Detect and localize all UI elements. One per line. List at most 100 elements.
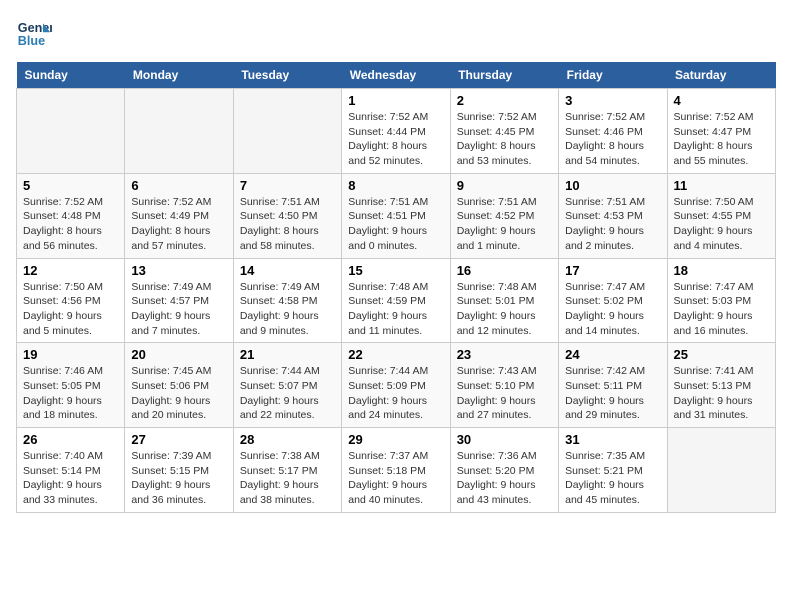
day-info: Sunrise: 7:38 AM Sunset: 5:17 PM Dayligh… <box>240 449 335 508</box>
header-wednesday: Wednesday <box>342 62 450 89</box>
header-saturday: Saturday <box>667 62 775 89</box>
header-friday: Friday <box>559 62 667 89</box>
day-number: 2 <box>457 93 552 108</box>
day-number: 4 <box>674 93 769 108</box>
day-number: 20 <box>131 347 226 362</box>
calendar-cell: 22 Sunrise: 7:44 AM Sunset: 5:09 PM Dayli… <box>342 343 450 428</box>
header-sunday: Sunday <box>17 62 125 89</box>
day-info: Sunrise: 7:49 AM Sunset: 4:57 PM Dayligh… <box>131 280 226 339</box>
header-tuesday: Tuesday <box>233 62 341 89</box>
day-number: 17 <box>565 263 660 278</box>
day-number: 21 <box>240 347 335 362</box>
day-info: Sunrise: 7:51 AM Sunset: 4:51 PM Dayligh… <box>348 195 443 254</box>
calendar-cell: 31 Sunrise: 7:35 AM Sunset: 5:21 PM Dayli… <box>559 428 667 513</box>
calendar-cell: 12 Sunrise: 7:50 AM Sunset: 4:56 PM Dayli… <box>17 258 125 343</box>
calendar-cell <box>667 428 775 513</box>
day-number: 28 <box>240 432 335 447</box>
day-number: 8 <box>348 178 443 193</box>
calendar-cell <box>233 89 341 174</box>
day-info: Sunrise: 7:44 AM Sunset: 5:07 PM Dayligh… <box>240 364 335 423</box>
day-info: Sunrise: 7:51 AM Sunset: 4:52 PM Dayligh… <box>457 195 552 254</box>
calendar-cell: 23 Sunrise: 7:43 AM Sunset: 5:10 PM Dayli… <box>450 343 558 428</box>
calendar-cell: 2 Sunrise: 7:52 AM Sunset: 4:45 PM Daylig… <box>450 89 558 174</box>
calendar-cell: 27Sunrise: 7:39 AM Sunset: 5:15 PM Dayli… <box>125 428 233 513</box>
day-number: 6 <box>131 178 226 193</box>
calendar-cell: 25Sunrise: 7:41 AM Sunset: 5:13 PM Dayli… <box>667 343 775 428</box>
header-monday: Monday <box>125 62 233 89</box>
logo: General Blue <box>16 16 56 52</box>
day-info: Sunrise: 7:48 AM Sunset: 5:01 PM Dayligh… <box>457 280 552 339</box>
calendar-cell: 6 Sunrise: 7:52 AM Sunset: 4:49 PM Daylig… <box>125 173 233 258</box>
calendar-cell: 1 Sunrise: 7:52 AM Sunset: 4:44 PM Daylig… <box>342 89 450 174</box>
day-info: Sunrise: 7:46 AM Sunset: 5:05 PM Dayligh… <box>23 364 118 423</box>
day-number: 14 <box>240 263 335 278</box>
calendar-cell: 4Sunrise: 7:52 AM Sunset: 4:47 PM Daylig… <box>667 89 775 174</box>
day-number: 26 <box>23 432 118 447</box>
day-number: 30 <box>457 432 552 447</box>
calendar-cell <box>125 89 233 174</box>
day-number: 12 <box>23 263 118 278</box>
day-info: Sunrise: 7:52 AM Sunset: 4:44 PM Dayligh… <box>348 110 443 169</box>
day-number: 19 <box>23 347 118 362</box>
day-number: 1 <box>348 93 443 108</box>
calendar-cell: 19 Sunrise: 7:46 AM Sunset: 5:05 PM Dayli… <box>17 343 125 428</box>
day-info: Sunrise: 7:49 AM Sunset: 4:58 PM Dayligh… <box>240 280 335 339</box>
calendar-cell: 28 Sunrise: 7:38 AM Sunset: 5:17 PM Dayli… <box>233 428 341 513</box>
day-info: Sunrise: 7:45 AM Sunset: 5:06 PM Dayligh… <box>131 364 226 423</box>
calendar-cell: 16 Sunrise: 7:48 AM Sunset: 5:01 PM Dayli… <box>450 258 558 343</box>
calendar-cell: 24 Sunrise: 7:42 AM Sunset: 5:11 PM Dayli… <box>559 343 667 428</box>
day-info: Sunrise: 7:43 AM Sunset: 5:10 PM Dayligh… <box>457 364 552 423</box>
day-info: Sunrise: 7:52 AM Sunset: 4:46 PM Dayligh… <box>565 110 660 169</box>
day-number: 22 <box>348 347 443 362</box>
day-info: Sunrise: 7:52 AM Sunset: 4:49 PM Dayligh… <box>131 195 226 254</box>
day-info: Sunrise: 7:47 AM Sunset: 5:02 PM Dayligh… <box>565 280 660 339</box>
week-row-1: 1 Sunrise: 7:52 AM Sunset: 4:44 PM Daylig… <box>17 89 776 174</box>
day-info: Sunrise: 7:44 AM Sunset: 5:09 PM Dayligh… <box>348 364 443 423</box>
day-info: Sunrise: 7:40 AM Sunset: 5:14 PM Dayligh… <box>23 449 118 508</box>
day-info: Sunrise: 7:36 AM Sunset: 5:20 PM Dayligh… <box>457 449 552 508</box>
calendar-cell: 7Sunrise: 7:51 AM Sunset: 4:50 PM Daylig… <box>233 173 341 258</box>
calendar-cell <box>17 89 125 174</box>
calendar-cell: 3 Sunrise: 7:52 AM Sunset: 4:46 PM Daylig… <box>559 89 667 174</box>
day-info: Sunrise: 7:52 AM Sunset: 4:45 PM Dayligh… <box>457 110 552 169</box>
day-number: 24 <box>565 347 660 362</box>
day-info: Sunrise: 7:37 AM Sunset: 5:18 PM Dayligh… <box>348 449 443 508</box>
calendar-cell: 21 Sunrise: 7:44 AM Sunset: 5:07 PM Dayli… <box>233 343 341 428</box>
calendar-cell: 11Sunrise: 7:50 AM Sunset: 4:55 PM Dayli… <box>667 173 775 258</box>
day-number: 29 <box>348 432 443 447</box>
day-info: Sunrise: 7:39 AM Sunset: 5:15 PM Dayligh… <box>131 449 226 508</box>
day-info: Sunrise: 7:42 AM Sunset: 5:11 PM Dayligh… <box>565 364 660 423</box>
day-number: 23 <box>457 347 552 362</box>
calendar-cell: 30 Sunrise: 7:36 AM Sunset: 5:20 PM Dayli… <box>450 428 558 513</box>
day-info: Sunrise: 7:51 AM Sunset: 4:50 PM Dayligh… <box>240 195 335 254</box>
logo-icon: General Blue <box>16 16 52 52</box>
calendar-header-row: SundayMondayTuesdayWednesdayThursdayFrid… <box>17 62 776 89</box>
calendar-cell: 15 Sunrise: 7:48 AM Sunset: 4:59 PM Dayli… <box>342 258 450 343</box>
week-row-2: 5Sunrise: 7:52 AM Sunset: 4:48 PM Daylig… <box>17 173 776 258</box>
calendar-cell: 29 Sunrise: 7:37 AM Sunset: 5:18 PM Dayli… <box>342 428 450 513</box>
svg-text:Blue: Blue <box>18 34 45 48</box>
calendar-cell: 9 Sunrise: 7:51 AM Sunset: 4:52 PM Daylig… <box>450 173 558 258</box>
day-info: Sunrise: 7:52 AM Sunset: 4:48 PM Dayligh… <box>23 195 118 254</box>
day-number: 16 <box>457 263 552 278</box>
day-number: 31 <box>565 432 660 447</box>
day-info: Sunrise: 7:50 AM Sunset: 4:56 PM Dayligh… <box>23 280 118 339</box>
calendar-table: SundayMondayTuesdayWednesdayThursdayFrid… <box>16 62 776 513</box>
day-number: 3 <box>565 93 660 108</box>
day-info: Sunrise: 7:48 AM Sunset: 4:59 PM Dayligh… <box>348 280 443 339</box>
day-info: Sunrise: 7:50 AM Sunset: 4:55 PM Dayligh… <box>674 195 769 254</box>
day-info: Sunrise: 7:41 AM Sunset: 5:13 PM Dayligh… <box>674 364 769 423</box>
header: General Blue <box>16 16 776 52</box>
calendar-cell: 13Sunrise: 7:49 AM Sunset: 4:57 PM Dayli… <box>125 258 233 343</box>
week-row-3: 12 Sunrise: 7:50 AM Sunset: 4:56 PM Dayli… <box>17 258 776 343</box>
calendar-cell: 26 Sunrise: 7:40 AM Sunset: 5:14 PM Dayli… <box>17 428 125 513</box>
calendar-cell: 17 Sunrise: 7:47 AM Sunset: 5:02 PM Dayli… <box>559 258 667 343</box>
day-number: 9 <box>457 178 552 193</box>
day-info: Sunrise: 7:35 AM Sunset: 5:21 PM Dayligh… <box>565 449 660 508</box>
day-info: Sunrise: 7:51 AM Sunset: 4:53 PM Dayligh… <box>565 195 660 254</box>
day-number: 15 <box>348 263 443 278</box>
week-row-4: 19 Sunrise: 7:46 AM Sunset: 5:05 PM Dayli… <box>17 343 776 428</box>
week-row-5: 26 Sunrise: 7:40 AM Sunset: 5:14 PM Dayli… <box>17 428 776 513</box>
calendar-cell: 20 Sunrise: 7:45 AM Sunset: 5:06 PM Dayli… <box>125 343 233 428</box>
calendar-cell: 5Sunrise: 7:52 AM Sunset: 4:48 PM Daylig… <box>17 173 125 258</box>
